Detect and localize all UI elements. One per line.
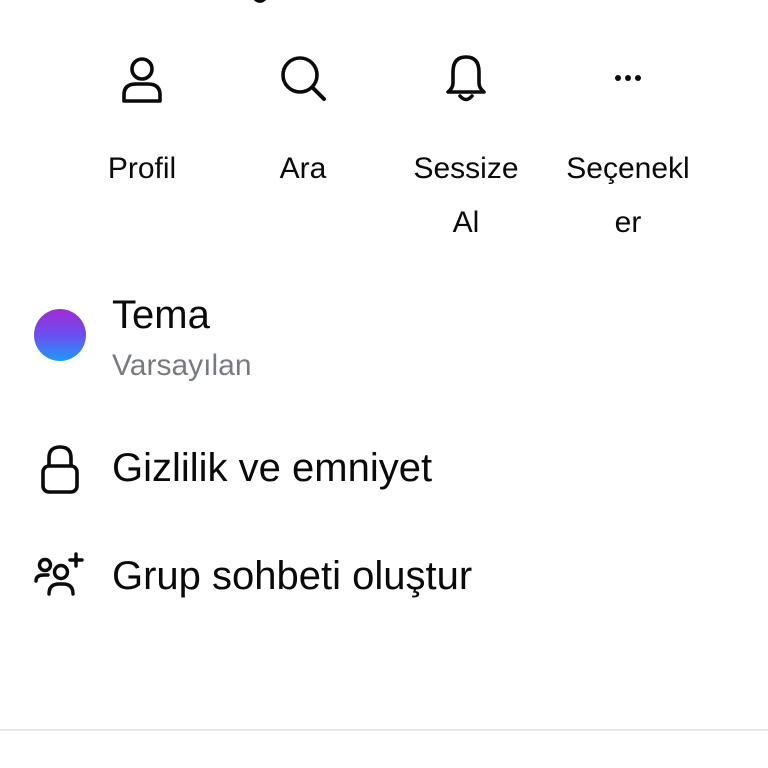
bell-icon: [446, 55, 486, 102]
add-people-icon: [34, 552, 84, 596]
theme-title: Tema: [112, 293, 210, 337]
create-group-title: Grup sohbeti oluştur: [112, 554, 473, 598]
more-horizontal-icon: [615, 75, 641, 81]
lock-icon: [41, 445, 79, 494]
profile-button[interactable]: Profil: [62, 50, 222, 196]
add-people-icon-container: [30, 546, 90, 606]
search-button[interactable]: Ara: [223, 50, 383, 196]
options-label: Seçenekler: [566, 152, 690, 239]
lock-icon-container: [30, 440, 90, 500]
person-icon: [122, 57, 162, 103]
search-label: Ara: [279, 152, 327, 185]
mute-button[interactable]: Sessize Al: [386, 50, 546, 250]
mute-label: Sessize Al: [413, 152, 519, 239]
search-icon: [281, 56, 326, 101]
theme-color-dot-container: [30, 305, 90, 365]
theme-value: Varsayılan: [112, 349, 252, 382]
privacy-title: Gizlilik ve emniyet: [112, 446, 433, 490]
theme-color-dot: [34, 309, 86, 361]
bottom-divider: [0, 729, 768, 731]
create-group-chat-row[interactable]: Grup sohbeti oluştur: [0, 546, 768, 610]
quick-actions-row: Profil Ara Sessize Al Seçenekler: [0, 50, 768, 250]
privacy-safety-row[interactable]: Gizlilik ve emniyet: [0, 438, 768, 502]
header-title-fragment: [254, 0, 267, 3]
profile-label: Profil: [107, 152, 177, 185]
options-button[interactable]: Seçenekler: [548, 50, 708, 250]
theme-setting-row[interactable]: Tema Varsayılan: [0, 285, 768, 395]
chat-details-screen: Profil Ara Sessize Al Seçenekler Tema Va…: [0, 0, 768, 768]
